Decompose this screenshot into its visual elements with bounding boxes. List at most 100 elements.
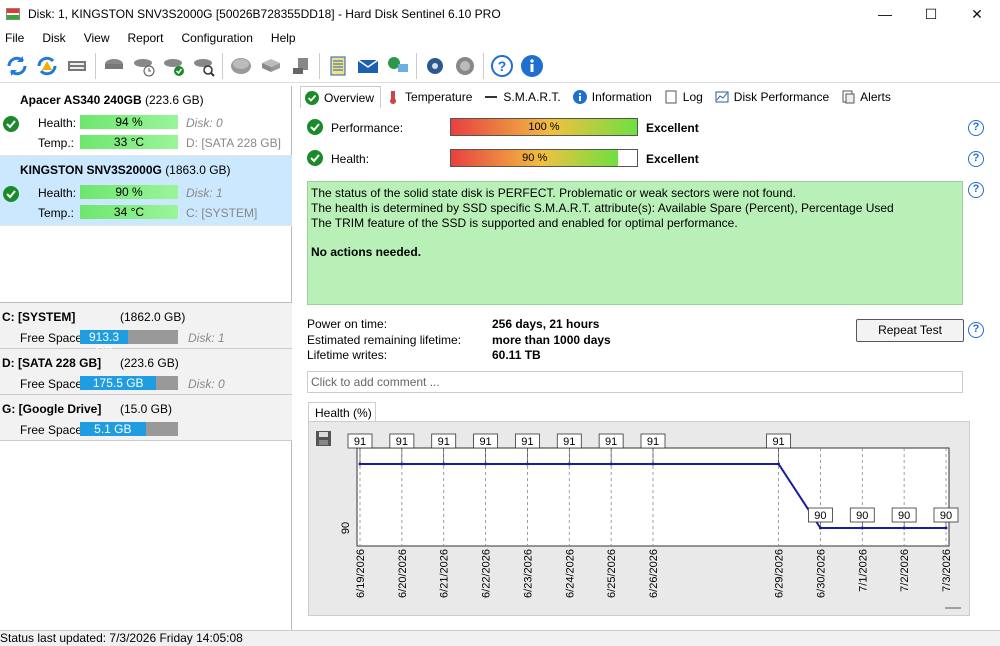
health-value: 90 % xyxy=(451,150,619,166)
volume-disk: Disk: 1 xyxy=(188,331,225,345)
x-tick-label: 6/20/2026 xyxy=(397,549,409,598)
refresh-icon[interactable] xyxy=(2,51,32,81)
health-bar: 94 % xyxy=(80,115,178,129)
alerts-icon xyxy=(841,90,855,104)
x-tick-label: 6/30/2026 xyxy=(815,549,827,598)
volume-item-g[interactable]: G: [Google Drive] (15.0 GB) Free Space 5… xyxy=(0,395,292,441)
sound-icon[interactable] xyxy=(450,51,480,81)
disk-info-icon[interactable] xyxy=(62,51,92,81)
network-drive-icon[interactable] xyxy=(286,51,316,81)
check-icon xyxy=(3,116,19,132)
menu-help[interactable]: Help xyxy=(268,31,299,45)
overview-panel: Performance: 100 % Excellent ? Health: 9… xyxy=(300,108,1000,630)
minimize-button[interactable]: — xyxy=(862,0,908,28)
tab-bar: Overview Temperature S.M.A.R.T. Informat… xyxy=(300,86,1000,108)
status-line: The status of the solid state disk is PE… xyxy=(311,186,796,200)
network-icon[interactable] xyxy=(383,51,413,81)
lifetime-label: Estimated remaining lifetime: xyxy=(307,333,462,347)
chart-tab-health[interactable]: Health (%) xyxy=(308,402,376,422)
window-title: Disk: 1, KINGSTON SNV3S2000G [50026B7283… xyxy=(28,7,501,21)
data-label: 91 xyxy=(563,436,575,448)
data-label: 90 xyxy=(940,510,952,522)
status-text-box: The status of the solid state disk is PE… xyxy=(307,181,963,305)
repeat-test-button[interactable]: Repeat Test xyxy=(856,319,964,342)
disk-search-icon[interactable] xyxy=(189,51,219,81)
volume-item-c[interactable]: C: [SYSTEM] (1862.0 GB) Free Space 913.3… xyxy=(0,303,292,358)
disk-number: Disk: 1 xyxy=(186,186,223,200)
power-on-value: 256 days, 21 hours xyxy=(492,317,600,331)
menu-report[interactable]: Report xyxy=(124,31,166,45)
x-tick-label: 6/29/2026 xyxy=(774,549,786,598)
data-label: 91 xyxy=(521,436,533,448)
dash-icon xyxy=(484,90,498,104)
app-icon xyxy=(6,8,20,20)
check-icon xyxy=(3,186,19,202)
data-label: 91 xyxy=(647,436,659,448)
drive-icon[interactable] xyxy=(226,51,256,81)
menu-configuration[interactable]: Configuration xyxy=(179,31,256,45)
disk-icon[interactable] xyxy=(99,51,129,81)
refresh-warning-icon[interactable] xyxy=(32,51,62,81)
maximize-button[interactable]: ☐ xyxy=(908,0,954,28)
tab-temperature[interactable]: Temperature xyxy=(381,86,479,108)
info-icon xyxy=(572,90,587,104)
data-label: 91 xyxy=(479,436,491,448)
close-button[interactable]: ✕ xyxy=(954,0,1000,28)
tab-label: Temperature xyxy=(405,90,473,104)
health-rating: Excellent xyxy=(646,152,699,166)
health-chart: 91 6/19/2026 91 6/20/2026 91 6/21/2026 91 6/22/… xyxy=(308,421,970,616)
free-space-label: Free Space xyxy=(20,331,83,345)
data-label: 91 xyxy=(772,436,784,448)
server-icon[interactable] xyxy=(256,51,286,81)
email-icon[interactable] xyxy=(353,51,383,81)
thermometer-icon xyxy=(386,90,400,104)
data-label: 91 xyxy=(438,436,450,448)
menu-file[interactable]: File xyxy=(2,31,27,45)
disk-card-apacer[interactable]: Apacer AS340 240GB (223.6 GB) Health: 94… xyxy=(0,86,292,156)
volume-size: (1862.0 GB) xyxy=(120,310,186,324)
save-icon[interactable] xyxy=(316,431,331,446)
volume-name: C: [SYSTEM] xyxy=(2,310,76,324)
tab-label: Disk Performance xyxy=(733,90,830,104)
report-icon[interactable] xyxy=(323,51,353,81)
document-icon xyxy=(664,90,678,104)
help-icon[interactable]: ? xyxy=(968,120,984,136)
tab-label: Information xyxy=(591,90,652,104)
tab-smart[interactable]: S.M.A.R.T. xyxy=(479,86,567,108)
disk-card-kingston[interactable]: KINGSTON SNV3S2000G (1863.0 GB) Health: … xyxy=(0,156,292,226)
title-bar: Disk: 1, KINGSTON SNV3S2000G [50026B7283… xyxy=(0,0,1000,28)
help-icon[interactable]: ? xyxy=(968,151,984,167)
x-tick-label: 6/24/2026 xyxy=(564,549,576,598)
menu-disk[interactable]: Disk xyxy=(39,31,68,45)
tab-log[interactable]: Log xyxy=(659,86,710,108)
tab-disk-performance[interactable]: Disk Performance xyxy=(710,86,836,108)
help-icon[interactable]: ? xyxy=(487,51,517,81)
health-bar: 90 % xyxy=(450,149,638,167)
chart-icon xyxy=(715,90,729,104)
writes-label: Lifetime writes: xyxy=(307,348,388,362)
data-label: 91 xyxy=(354,436,366,448)
disk-check-icon[interactable] xyxy=(159,51,189,81)
help-icon[interactable]: ? xyxy=(968,182,984,198)
data-label: 90 xyxy=(898,510,910,522)
gear-icon[interactable] xyxy=(420,51,450,81)
comment-input[interactable]: Click to add comment ... xyxy=(307,371,963,393)
help-icon[interactable]: ? xyxy=(968,322,984,338)
temp-label: Temp.: xyxy=(38,136,75,150)
menu-view[interactable]: View xyxy=(81,31,113,45)
y-axis-label: 90 xyxy=(340,522,352,534)
volume-item-d[interactable]: D: [SATA 228 GB] (223.6 GB) Free Space 1… xyxy=(0,349,292,395)
disk-clock-icon[interactable] xyxy=(129,51,159,81)
status-line: The TRIM feature of the SSD is supported… xyxy=(311,216,738,230)
info-icon[interactable] xyxy=(517,51,547,81)
tab-overview[interactable]: Overview xyxy=(300,86,382,108)
tab-information[interactable]: Information xyxy=(568,86,659,108)
tab-alerts[interactable]: Alerts xyxy=(836,86,898,108)
check-icon xyxy=(307,119,323,135)
status-line: The health is determined by SSD specific… xyxy=(311,201,894,215)
health-label: Health: xyxy=(38,186,77,200)
volume-disk: Disk: 0 xyxy=(188,377,225,391)
health-label: Health: xyxy=(38,116,77,130)
x-tick-label: 6/21/2026 xyxy=(439,549,451,598)
menu-bar: File Disk View Report Configuration Help xyxy=(0,28,1000,48)
